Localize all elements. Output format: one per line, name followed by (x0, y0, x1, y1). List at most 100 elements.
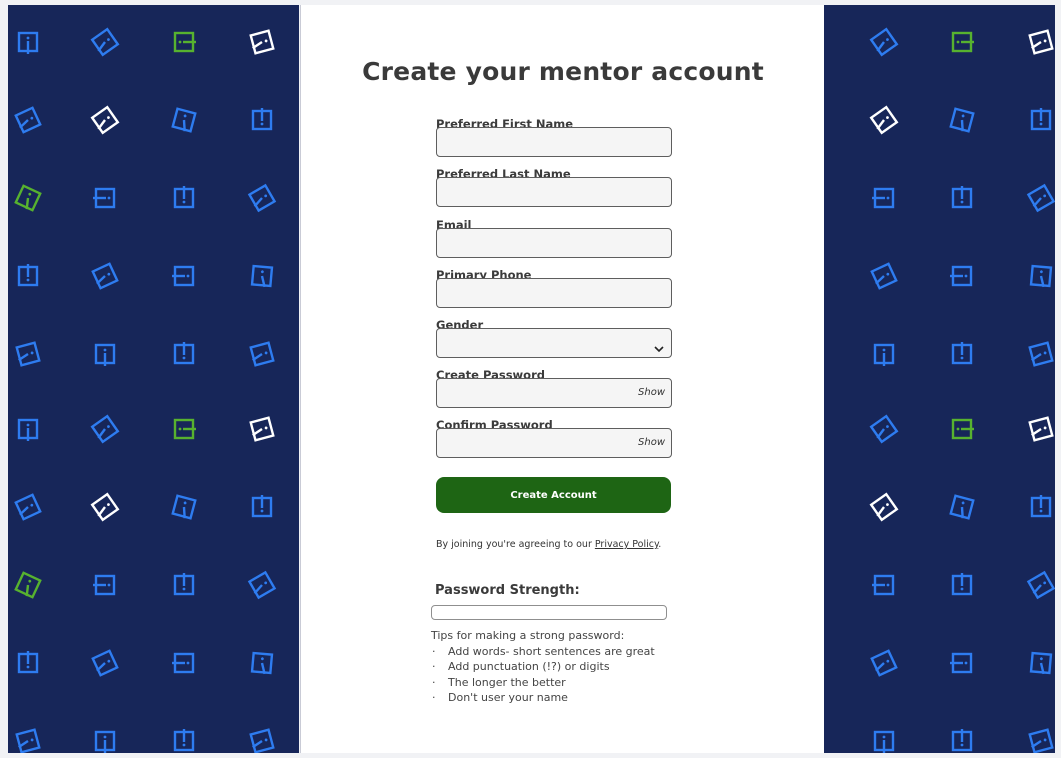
diamond-icon (1028, 29, 1054, 55)
confirm-password-input[interactable] (437, 429, 671, 457)
privacy-policy-link[interactable]: Privacy Policy (595, 539, 658, 550)
diamond-icon (1028, 728, 1054, 753)
diamond-icon (91, 262, 119, 290)
diamond-icon (249, 416, 275, 442)
last-name-field: Preferred Last Name (436, 168, 672, 207)
diamond-icon (870, 262, 898, 290)
tips-list: Add words- short sentences are great Add… (431, 644, 655, 706)
diamond-icon (90, 27, 120, 57)
square-icon (173, 729, 195, 752)
square-icon (173, 573, 195, 596)
signup-card: Create your mentor account Preferred Fir… (300, 5, 826, 753)
password-strength-bar (431, 605, 667, 620)
square-icon (173, 342, 195, 365)
first-name-input[interactable] (437, 128, 671, 156)
diamond-icon (171, 494, 197, 520)
diamond-icon (949, 107, 975, 133)
diamond-icon (90, 414, 120, 444)
privacy-notice: By joining you're agreeing to our Privac… (436, 539, 661, 550)
square-icon (17, 31, 39, 54)
square-icon (173, 31, 196, 53)
diamond-icon (869, 27, 899, 57)
square-icon (17, 264, 39, 287)
square-icon (93, 187, 116, 209)
first-name-field: Preferred First Name (436, 118, 672, 157)
square-icon (172, 652, 195, 674)
square-icon (93, 574, 116, 596)
square-icon (172, 265, 195, 287)
square-icon (251, 495, 273, 518)
square-icon (951, 342, 973, 365)
confirm-password-field: Confirm Password Show (436, 419, 672, 458)
email-input[interactable] (437, 229, 671, 257)
phone-field: Primary Phone (436, 269, 672, 308)
diamond-icon (14, 106, 42, 134)
tip-item: Don't user your name (431, 690, 655, 706)
square-icon (872, 574, 895, 596)
square-icon (1030, 495, 1052, 518)
diamond-icon (869, 105, 899, 135)
square-icon (94, 343, 116, 366)
square-icon (873, 730, 895, 753)
pattern-icons (869, 27, 1055, 753)
diamond-icon (249, 341, 275, 367)
pattern-icons (14, 27, 277, 753)
diamond-icon (249, 728, 275, 753)
show-confirm-password-toggle[interactable]: Show (638, 437, 665, 448)
square-icon (951, 186, 973, 209)
diamond-icon (869, 414, 899, 444)
diamond-icon (90, 105, 120, 135)
gender-select[interactable] (436, 328, 672, 358)
page-title: Create your mentor account (362, 57, 764, 86)
square-icon (950, 652, 973, 674)
diamond-icon (949, 494, 975, 520)
email-field: Email (436, 219, 672, 258)
square-icon (173, 418, 196, 440)
gender-field: Gender (436, 319, 672, 358)
create-account-button[interactable]: Create Account (436, 477, 671, 513)
diamond-icon (1026, 183, 1055, 213)
right-pattern-panel (824, 5, 1055, 753)
square-icon (951, 31, 974, 53)
square-icon (872, 187, 895, 209)
diamond-icon (247, 183, 277, 213)
diamond-icon (250, 651, 274, 675)
create-password-field: Create Password Show (436, 369, 672, 408)
diamond-icon (249, 29, 275, 55)
tip-item: Add words- short sentences are great (431, 644, 655, 660)
diamond-icon (171, 107, 197, 133)
show-password-toggle[interactable]: Show (638, 387, 665, 398)
privacy-suffix: . (658, 539, 662, 550)
chevron-down-icon (654, 338, 664, 357)
privacy-text: By joining you're agreeing to our (436, 539, 595, 550)
tips-heading: Tips for making a strong password: (431, 629, 625, 642)
create-password-input[interactable] (437, 379, 671, 407)
diamond-icon (90, 492, 120, 522)
square-icon (951, 573, 973, 596)
password-strength-title: Password Strength: (435, 583, 580, 598)
square-icon (951, 729, 973, 752)
diamond-icon (91, 649, 119, 677)
diamond-icon (1029, 264, 1053, 288)
phone-input[interactable] (437, 279, 671, 307)
diamond-icon (250, 264, 274, 288)
diamond-icon (15, 341, 41, 367)
square-icon (17, 651, 39, 674)
diamond-icon (247, 570, 277, 600)
diamond-icon (15, 728, 41, 753)
diamond-icon (14, 184, 42, 212)
diamond-icon (869, 492, 899, 522)
diamond-icon (1028, 341, 1054, 367)
diamond-icon (870, 649, 898, 677)
square-icon (173, 186, 195, 209)
square-icon (1030, 108, 1052, 131)
square-icon (951, 418, 974, 440)
square-icon (94, 730, 116, 753)
last-name-input[interactable] (437, 178, 671, 206)
tip-item: The longer the better (431, 675, 655, 691)
tip-item: Add punctuation (!?) or digits (431, 659, 655, 675)
diamond-icon (1029, 651, 1053, 675)
square-icon (873, 343, 895, 366)
square-icon (251, 108, 273, 131)
diamond-icon (14, 571, 42, 599)
